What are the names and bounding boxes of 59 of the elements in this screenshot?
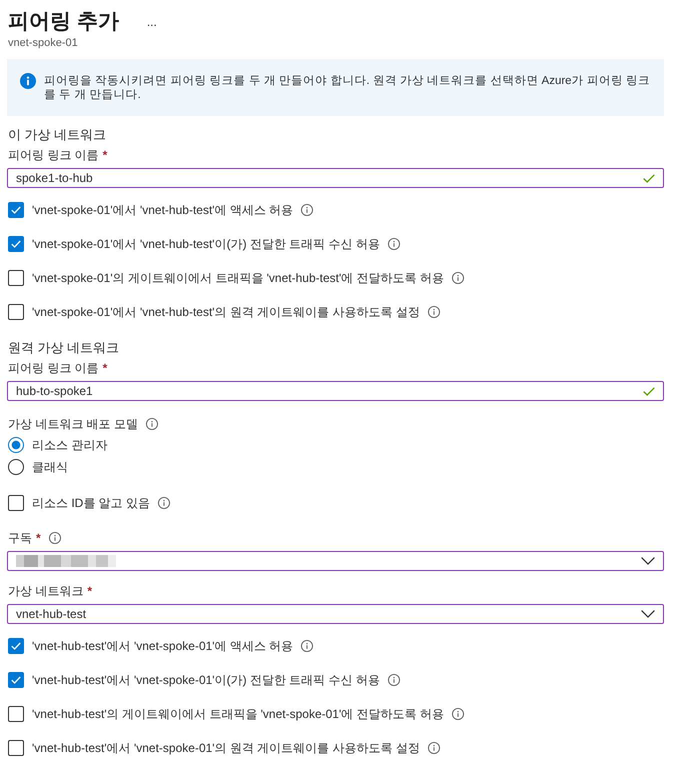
field-label: 가상 네트워크 bbox=[8, 582, 84, 600]
info-icon[interactable] bbox=[146, 418, 158, 430]
checkbox[interactable] bbox=[8, 202, 24, 218]
page-subtitle: vnet-spoke-01 bbox=[7, 36, 79, 50]
checkbox-label: 'vnet-spoke-01'에서 'vnet-hub-test'이(가) 전달한 트래픽 수신 허용 bbox=[32, 236, 380, 252]
checkbox-label: 'vnet-spoke-01'에서 'vnet-hub-test'의 원격 게이트웨이를 사용하도록 설정 bbox=[32, 304, 420, 320]
checkmark-icon bbox=[11, 240, 21, 248]
radio-button[interactable] bbox=[8, 437, 24, 453]
required-mark: * bbox=[102, 361, 108, 375]
checkbox[interactable] bbox=[8, 304, 24, 320]
info-icon[interactable] bbox=[48, 532, 61, 544]
checkbox-label: 'vnet-hub-test'의 게이트웨이에서 트래픽을 'vnet-spoke-01'에 전달하도록 허용 bbox=[32, 706, 444, 722]
info-icon[interactable] bbox=[452, 708, 464, 720]
text-input[interactable]: hub-to-spoke1 bbox=[7, 381, 664, 401]
dropdown[interactable] bbox=[7, 551, 664, 571]
checkbox[interactable] bbox=[8, 270, 24, 286]
info-icon[interactable] bbox=[452, 272, 464, 284]
text-input[interactable]: spoke1-to-hub bbox=[7, 168, 664, 188]
checkbox-label: 'vnet-hub-test'에서 'vnet-spoke-01'의 원격 게이트웨이를 사용하도록 설정 bbox=[32, 740, 420, 756]
info-icon[interactable] bbox=[301, 640, 314, 652]
checkbox-label: 리소스 ID를 알고 있음 bbox=[32, 494, 150, 512]
checkbox-label: 'vnet-hub-test'에서 'vnet-spoke-01'이(가) 전달한 트래픽 수신 허용 bbox=[32, 672, 380, 688]
required-mark: * bbox=[102, 148, 108, 162]
info-icon bbox=[20, 73, 36, 89]
field-label: 구독 bbox=[8, 530, 32, 546]
checkbox[interactable] bbox=[8, 638, 24, 654]
field-label: 가상 네트워크 배포 모델 bbox=[8, 416, 138, 432]
checkbox-label: 'vnet-spoke-01'에서 'vnet-hub-test'에 액세스 허용 bbox=[32, 202, 294, 218]
info-icon[interactable] bbox=[428, 306, 440, 318]
section-heading: 이 가상 네트워크 bbox=[7, 126, 108, 144]
info-icon[interactable] bbox=[428, 742, 440, 754]
chevron-down-icon bbox=[641, 610, 655, 618]
page-title: 피어링 추가 bbox=[7, 9, 119, 35]
info-icon[interactable] bbox=[158, 497, 170, 509]
checkbox-label: 'vnet-hub-test'에서 'vnet-spoke-01'에 액세스 허용 bbox=[32, 638, 294, 654]
field-label: 피어링 링크 이름 bbox=[8, 360, 99, 376]
dropdown[interactable]: vnet-hub-test bbox=[7, 604, 664, 624]
checkbox[interactable] bbox=[8, 706, 24, 722]
checkmark-icon bbox=[11, 206, 21, 214]
checkmark-icon bbox=[11, 642, 21, 650]
info-icon[interactable] bbox=[301, 204, 314, 216]
radio-label: 리소스 관리자 bbox=[32, 436, 108, 454]
checkbox[interactable] bbox=[8, 495, 24, 511]
info-icon[interactable] bbox=[388, 238, 400, 250]
checkbox[interactable] bbox=[8, 236, 24, 252]
info-icon[interactable] bbox=[388, 674, 400, 686]
checkbox[interactable] bbox=[8, 672, 24, 688]
info-message: 피어링을 작동시키려면 피어링 링크를 두 개 만들어야 합니다. 원격 가상 네트워크를 선택하면 Azure가 피어링 링크를 두 개 만듭니다. bbox=[44, 74, 650, 102]
required-mark: * bbox=[87, 584, 92, 598]
checkbox[interactable] bbox=[8, 740, 24, 756]
more-button[interactable]: ... bbox=[142, 14, 161, 30]
section-heading: 원격 가상 네트워크 bbox=[7, 339, 120, 357]
radio-button[interactable] bbox=[8, 459, 24, 475]
checkmark-icon bbox=[11, 676, 21, 684]
field-label: 피어링 링크 이름 bbox=[8, 146, 99, 164]
checkbox-label: 'vnet-spoke-01'의 게이트웨이에서 트래픽을 'vnet-hub-test'에 전달하도록 허용 bbox=[32, 270, 444, 286]
chevron-down-icon bbox=[641, 557, 655, 565]
radio-label: 클래식 bbox=[32, 458, 68, 476]
required-mark: * bbox=[36, 531, 41, 545]
